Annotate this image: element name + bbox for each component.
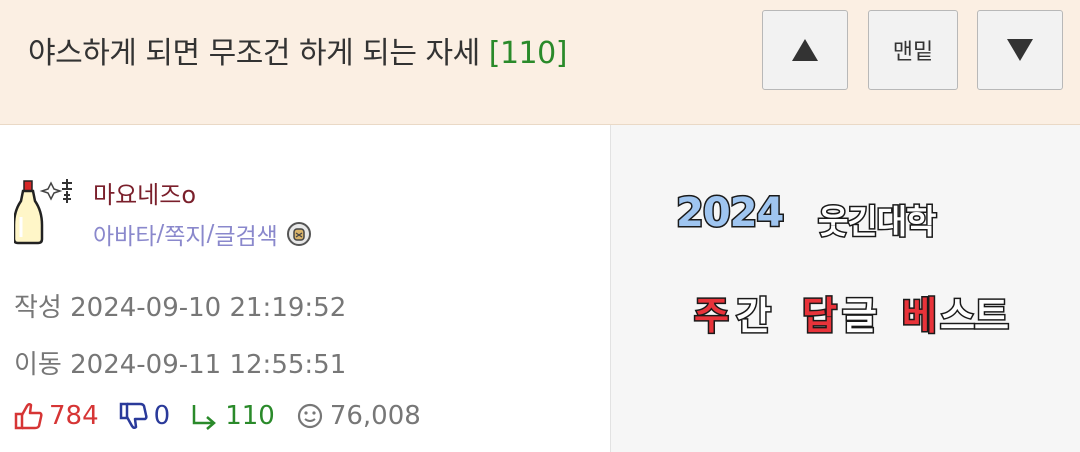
level-badge-icon (286, 222, 311, 246)
banner-word-5: 베 (901, 293, 939, 340)
message-link[interactable]: 쪽지 (164, 217, 206, 251)
reply-count: 110 (225, 401, 275, 431)
comment-count[interactable]: [110] (489, 36, 568, 71)
mayonnaise-avatar-icon (14, 179, 72, 245)
thumbs-down-icon (119, 402, 148, 430)
scroll-down-button[interactable] (977, 10, 1063, 90)
scroll-bottom-button[interactable]: 맨밑 (868, 10, 958, 90)
author-nickname[interactable]: 마요네즈o (93, 175, 196, 210)
link-separator: / (156, 221, 165, 247)
banner-year: 2024 (674, 189, 785, 238)
banner-word-3: 답 (801, 293, 839, 340)
post-title: 야스하게 되면 무조건 하게 되는 자세 [110] (28, 28, 567, 72)
author-links: 아바타 / 쪽지 / 글검색 (93, 217, 312, 251)
scroll-up-button[interactable] (762, 10, 848, 90)
banner-word-6: 스트 (939, 293, 1011, 340)
triangle-up-icon (792, 39, 818, 61)
triangle-down-icon (1007, 39, 1033, 61)
post-stats: 784 0 110 76,008 (14, 401, 441, 431)
thumbs-up-icon (14, 402, 43, 430)
link-separator: / (206, 221, 215, 247)
dislike-stat[interactable]: 0 (119, 401, 171, 431)
post-title-text: 야스하게 되면 무조건 하게 되는 자세 (28, 36, 480, 71)
moved-label: 이동 (14, 350, 62, 380)
like-stat[interactable]: 784 (14, 401, 99, 431)
post-info-panel: 마요네즈o 아바타 / 쪽지 / 글검색 작성 2024-09-10 21:19… (0, 125, 610, 452)
like-count: 784 (49, 401, 99, 431)
smiley-face-icon (297, 403, 322, 429)
banner-org: 웃긴대학 (816, 201, 937, 243)
moved-value: 2024-09-11 12:55:51 (70, 350, 347, 380)
moved-date: 이동 2024-09-11 12:55:51 (14, 344, 346, 381)
reply-arrow-icon (192, 405, 217, 430)
banner-word-2: 간 (735, 293, 773, 340)
view-count: 76,008 (329, 401, 421, 431)
banner-word-1: 주 (693, 293, 731, 340)
reply-stat[interactable]: 110 (190, 401, 275, 431)
avatar-link[interactable]: 아바타 (93, 217, 156, 251)
dislike-count: 0 (153, 401, 171, 431)
post-search-link[interactable]: 글검색 (214, 217, 277, 251)
banner-word-4: 글 (841, 293, 879, 340)
created-date: 작성 2024-09-10 21:19:52 (14, 287, 346, 324)
created-label: 작성 (14, 293, 62, 323)
post-header: 야스하게 되면 무조건 하게 되는 자세 [110] 맨밑 (0, 0, 1080, 125)
created-value: 2024-09-10 21:19:52 (70, 293, 347, 323)
view-stat: 76,008 (295, 401, 421, 431)
